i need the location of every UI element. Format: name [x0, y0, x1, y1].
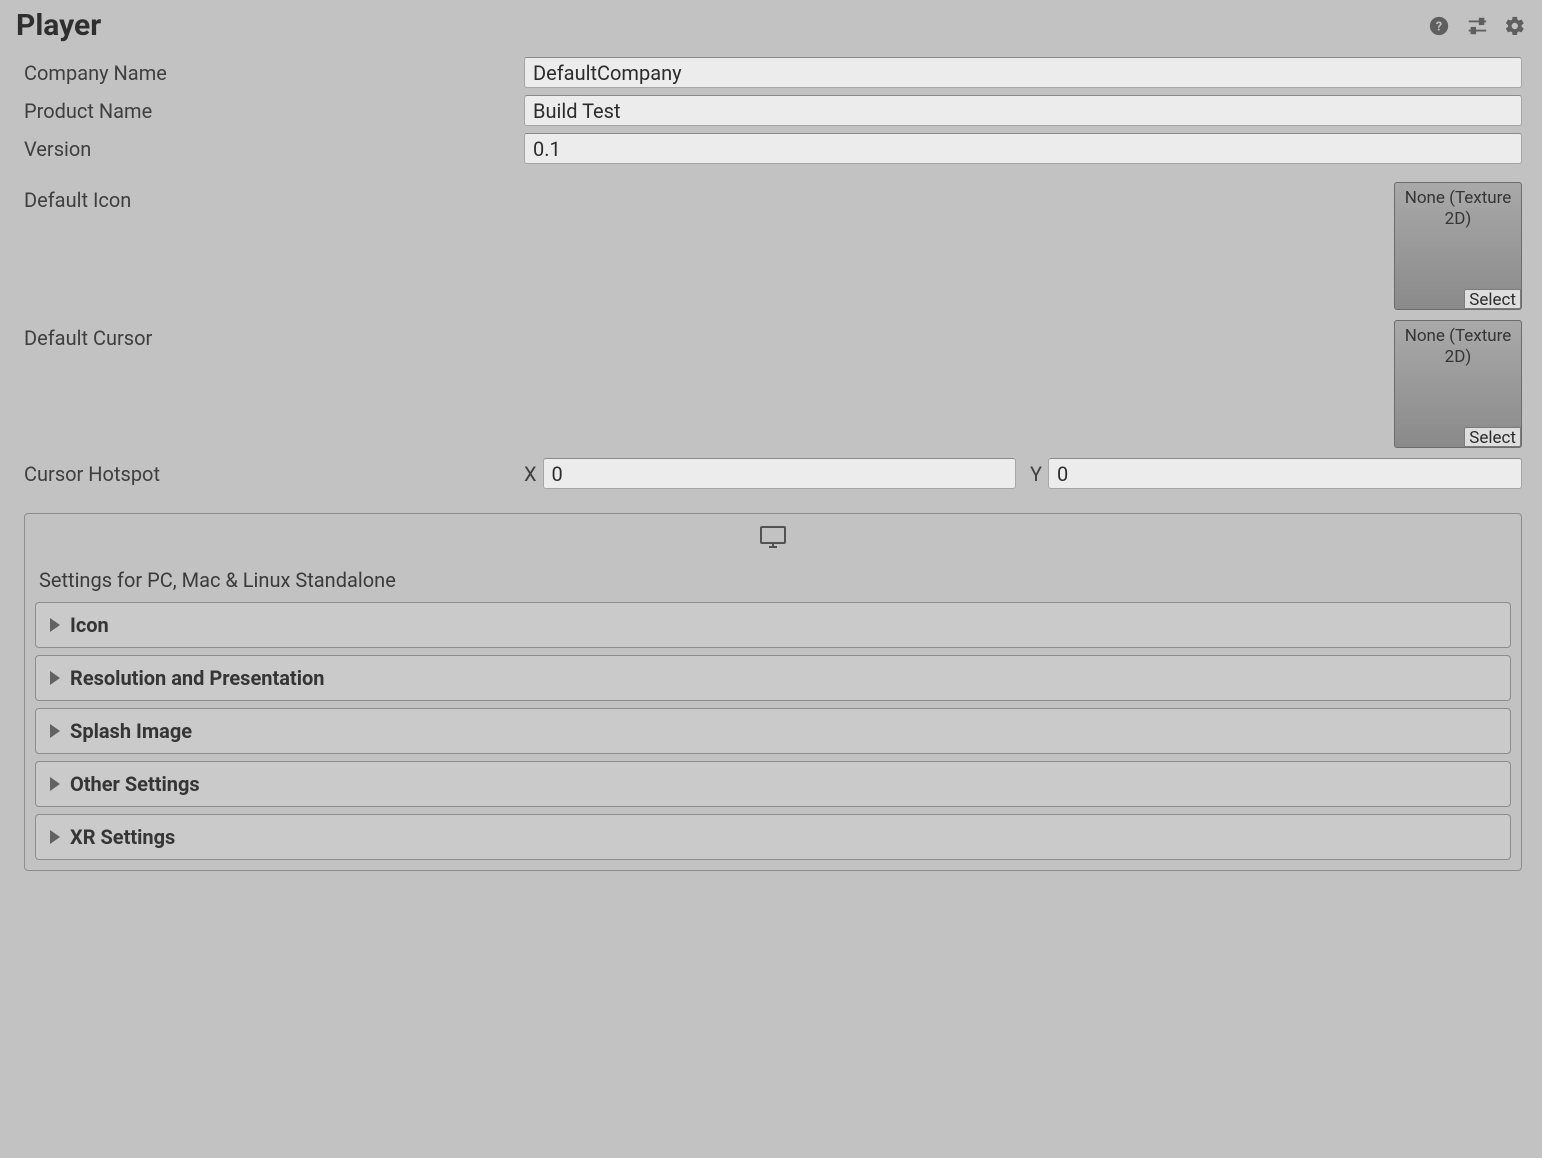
foldout-label: Icon: [70, 613, 109, 637]
foldouts-container: Icon Resolution and Presentation Splash …: [25, 602, 1521, 870]
hotspot-x-label: X: [524, 462, 537, 486]
default-cursor-select-button[interactable]: Select: [1464, 427, 1521, 447]
foldout-resolution[interactable]: Resolution and Presentation: [35, 655, 1511, 701]
chevron-right-icon: [50, 671, 60, 685]
help-icon[interactable]: ?: [1428, 15, 1450, 37]
foldout-label: Splash Image: [70, 719, 192, 743]
chevron-right-icon: [50, 618, 60, 632]
hotspot-x-input[interactable]: [543, 458, 1016, 489]
default-icon-placeholder: None (Texture 2D): [1395, 188, 1521, 231]
default-cursor-label: Default Cursor: [24, 320, 524, 350]
foldout-xr[interactable]: XR Settings: [35, 814, 1511, 860]
product-name-label: Product Name: [24, 99, 524, 123]
default-icon-picker[interactable]: None (Texture 2D) Select: [1394, 182, 1522, 310]
company-name-input[interactable]: [524, 57, 1522, 88]
foldout-other[interactable]: Other Settings: [35, 761, 1511, 807]
monitor-icon[interactable]: [758, 524, 788, 550]
hotspot-y-label: Y: [1030, 462, 1042, 486]
cursor-hotspot-row: Cursor Hotspot X Y: [24, 458, 1522, 489]
gear-icon[interactable]: [1504, 15, 1526, 37]
chevron-right-icon: [50, 830, 60, 844]
default-cursor-row: Default Cursor None (Texture 2D) Select: [24, 320, 1522, 448]
platform-title: Settings for PC, Mac & Linux Standalone: [25, 554, 1521, 602]
foldout-label: XR Settings: [70, 825, 175, 849]
cursor-hotspot-label: Cursor Hotspot: [24, 462, 524, 486]
company-name-label: Company Name: [24, 61, 524, 85]
default-cursor-placeholder: None (Texture 2D): [1395, 326, 1521, 369]
platform-tab-bar: [25, 514, 1521, 554]
chevron-right-icon: [50, 724, 60, 738]
foldout-label: Resolution and Presentation: [70, 666, 325, 690]
page-title: Player: [16, 8, 101, 43]
default-icon-select-button[interactable]: Select: [1464, 289, 1521, 309]
product-name-row: Product Name: [24, 95, 1522, 126]
preset-icon[interactable]: [1466, 15, 1488, 37]
product-name-input[interactable]: [524, 95, 1522, 126]
default-icon-label: Default Icon: [24, 182, 524, 212]
chevron-right-icon: [50, 777, 60, 791]
company-name-row: Company Name: [24, 57, 1522, 88]
header-actions: ?: [1428, 15, 1526, 37]
foldout-icon[interactable]: Icon: [35, 602, 1511, 648]
version-input[interactable]: [524, 133, 1522, 164]
version-label: Version: [24, 137, 524, 161]
default-cursor-picker[interactable]: None (Texture 2D) Select: [1394, 320, 1522, 448]
version-row: Version: [24, 133, 1522, 164]
hotspot-y-input[interactable]: [1048, 458, 1522, 489]
header: Player ?: [0, 0, 1542, 57]
inspector-content: Company Name Product Name Version Defaul…: [0, 57, 1542, 891]
platform-panel: Settings for PC, Mac & Linux Standalone …: [24, 513, 1522, 871]
foldout-splash[interactable]: Splash Image: [35, 708, 1511, 754]
foldout-label: Other Settings: [70, 772, 200, 796]
default-icon-row: Default Icon None (Texture 2D) Select: [24, 182, 1522, 310]
svg-text:?: ?: [1436, 19, 1442, 34]
